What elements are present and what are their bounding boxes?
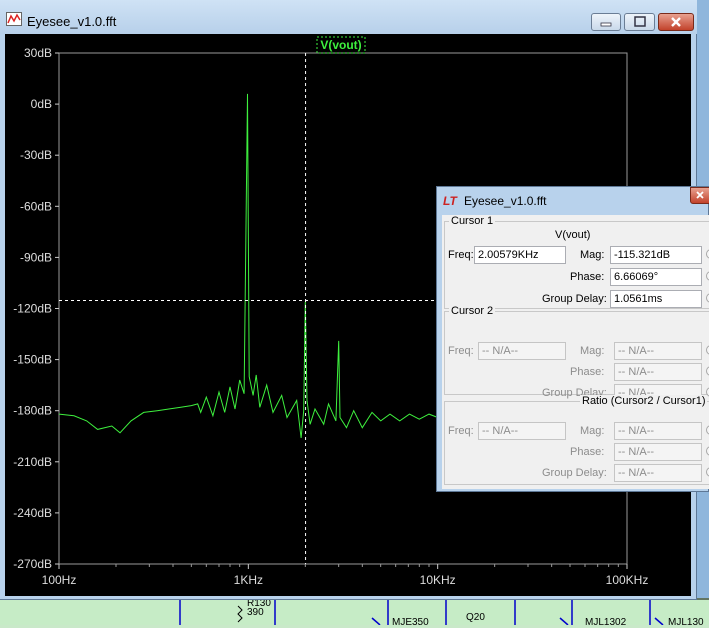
ratio-group-delay-label: Group Delay: — [542, 467, 607, 479]
cursor1-group-label: Cursor 1 — [449, 215, 496, 227]
dialog-close-button[interactable] — [690, 187, 709, 204]
close-icon — [696, 191, 704, 199]
waveform-icon — [6, 12, 22, 26]
maximize-icon — [634, 16, 646, 27]
fft-trace-vout — [58, 93, 460, 439]
maximize-button[interactable] — [624, 13, 655, 31]
ratio-group-delay-field[interactable]: -- N/A-- — [614, 464, 702, 482]
cursor1-group-delay-field[interactable]: 1.0561ms — [610, 290, 702, 308]
close-icon — [671, 17, 681, 27]
minimize-icon — [600, 22, 612, 27]
ratio-mag-field[interactable]: -- N/A-- — [614, 422, 702, 440]
y-tick-label: -120dB — [13, 302, 52, 316]
schematic-label-resistor-value: 390 — [247, 607, 264, 618]
schematic-label-part: MJL1302 — [585, 617, 627, 628]
ratio-freq-label: Freq: — [448, 425, 474, 437]
cursor2-freq-field[interactable]: -- N/A-- — [478, 342, 566, 360]
y-tick-label: -180dB — [13, 404, 52, 418]
cursor1-freq-field[interactable]: 2.00579KHz — [474, 246, 566, 264]
y-tick-label: -270dB — [13, 557, 52, 571]
cursor1-mag-field[interactable]: -115.321dB — [610, 246, 702, 264]
cursor1-phase-label: Phase: — [570, 271, 605, 283]
ratio-phase-field[interactable]: -- N/A-- — [614, 443, 702, 461]
cursor-dialog-titlebar[interactable]: LT Eyesee_v1.0.fft — [437, 187, 709, 213]
cursor2-mag-label: Mag: — [580, 345, 605, 357]
cursor1-mag-label: Mag: — [580, 249, 605, 261]
y-tick-label: -210dB — [13, 455, 52, 469]
schematic-label-part: MJL130 — [668, 617, 704, 628]
cursor1-trace-name: V(vout) — [555, 229, 591, 241]
ratio-mag-label: Mag: — [580, 425, 605, 437]
cursor2-mag-field[interactable]: -- N/A-- — [614, 342, 702, 360]
cursor1-phase-field[interactable]: 6.66069° — [610, 268, 702, 286]
cursor1-freq-label: Freq: — [448, 249, 474, 261]
y-tick-label: 0dB — [31, 97, 52, 111]
schematic-label-part: MJE350 — [392, 617, 429, 628]
cursor-dialog-title: Eyesee_v1.0.fft — [464, 194, 547, 208]
schematic-background: R130 390 MJE350 Q20 MJL1302 MJL130 — [0, 598, 709, 628]
cursor1-group-delay-label: Group Delay: — [542, 293, 607, 305]
trace-label[interactable]: V(vout) — [320, 38, 361, 52]
y-tick-label: -90dB — [20, 250, 52, 264]
ratio-group-label: Ratio (Cursor2 / Cursor1) — [580, 395, 708, 407]
ratio-freq-field[interactable]: -- N/A-- — [478, 422, 566, 440]
schematic-label-transistor: Q20 — [466, 612, 485, 623]
x-tick-label: 1KHz — [234, 573, 263, 587]
y-tick-label: -60dB — [20, 199, 52, 213]
ltspice-icon: LT — [443, 194, 457, 208]
cursor2-phase-label: Phase: — [570, 366, 605, 378]
fft-window-title: Eyesee_v1.0.fft — [27, 14, 117, 29]
y-tick-label: -150dB — [13, 353, 52, 367]
ratio-phase-label: Phase: — [570, 446, 605, 458]
fft-window-titlebar[interactable]: Eyesee_v1.0.fft — [0, 0, 697, 34]
cursor2-freq-label: Freq: — [448, 345, 474, 357]
y-tick-label: -240dB — [13, 506, 52, 520]
cursor-dialog: LT Eyesee_v1.0.fft Cursor 1 V(vout) Freq… — [436, 186, 709, 492]
x-tick-label: 10KHz — [420, 573, 456, 587]
x-tick-label: 100KHz — [606, 573, 649, 587]
minimize-button[interactable] — [591, 13, 621, 31]
cursor2-group-label: Cursor 2 — [449, 305, 496, 317]
close-button[interactable] — [658, 13, 694, 31]
cursor-dialog-body: Cursor 1 V(vout) Freq: 2.00579KHz Mag: -… — [442, 215, 709, 489]
x-tick-label: 100Hz — [42, 573, 77, 587]
cursor2-phase-field[interactable]: -- N/A-- — [614, 363, 702, 381]
y-tick-label: 30dB — [24, 46, 52, 60]
y-tick-label: -30dB — [20, 148, 52, 162]
